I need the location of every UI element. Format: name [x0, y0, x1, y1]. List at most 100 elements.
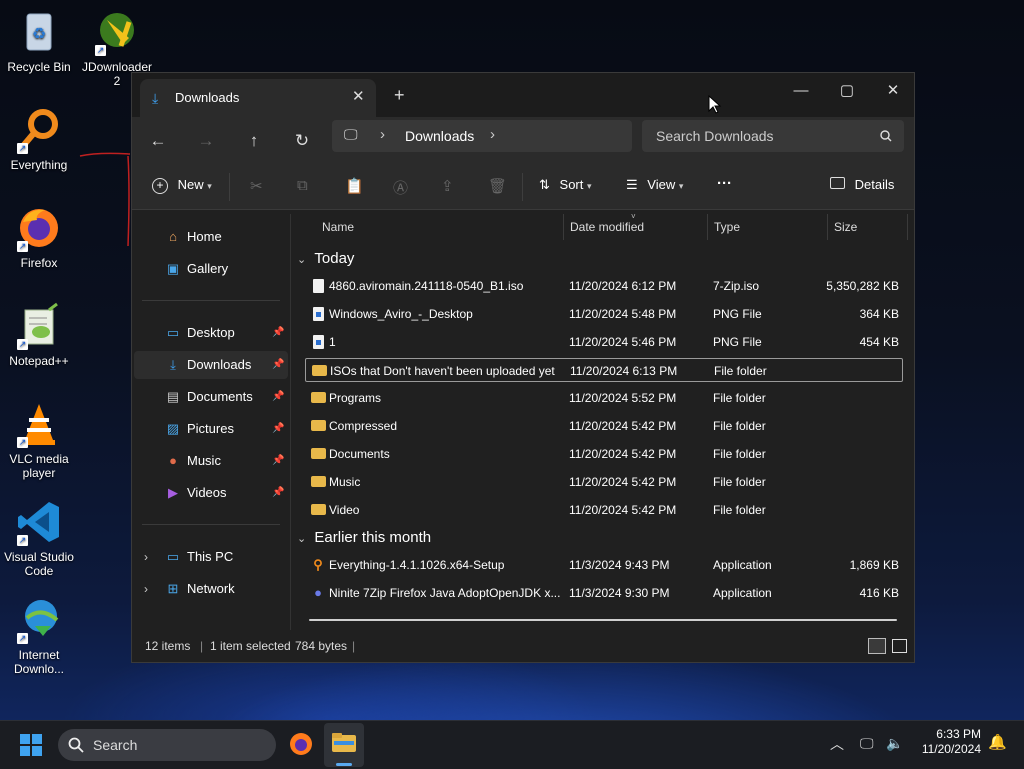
file-row-selected[interactable]: ISOs that Don't haven't been uploaded ye…: [305, 358, 903, 382]
column-header-date[interactable]: Date modified: [570, 220, 644, 234]
file-row[interactable]: 4860.aviromain.241118-0540_B1.iso 11/20/…: [305, 274, 903, 298]
file-name: Everything-1.4.1.1026.x64-Setup: [329, 558, 505, 572]
column-header-size[interactable]: Size: [834, 220, 857, 234]
sidebar-item-label: Downloads: [187, 357, 252, 372]
file-row[interactable]: Programs 11/20/2024 5:52 PM File folder: [305, 386, 903, 410]
copy-icon[interactable]: ⧉: [297, 177, 308, 194]
sidebar-item-music[interactable]: ● Music 📌: [134, 447, 288, 475]
status-divider: |: [352, 639, 356, 653]
breadcrumb-downloads[interactable]: Downloads: [405, 128, 474, 144]
desktop-icon-firefox[interactable]: ↗ Firefox: [0, 204, 78, 270]
file-date: 11/20/2024 6:13 PM: [570, 364, 678, 378]
horizontal-scrollbar[interactable]: [309, 619, 897, 621]
sort-button[interactable]: ⇅ Sort ▾: [539, 177, 592, 193]
details-button-label: Details: [854, 177, 895, 192]
sidebar-item-documents[interactable]: ▤ Documents 📌: [134, 383, 288, 411]
back-button[interactable]: ←: [144, 127, 172, 155]
sidebar-item-videos[interactable]: ▶ Videos 📌: [134, 479, 288, 507]
sidebar-item-pictures[interactable]: ▨ Pictures 📌: [134, 415, 288, 443]
desktop-icon-notepadpp[interactable]: ↗ Notepad++: [0, 302, 78, 368]
forward-button[interactable]: →: [192, 127, 220, 155]
status-bytes: 784 bytes: [295, 639, 348, 653]
desktop-icon-recycle-bin[interactable]: ♻ Recycle Bin: [0, 8, 78, 74]
file-name: Documents: [329, 447, 390, 461]
tiles-view-icon[interactable]: [892, 639, 907, 653]
details-view-icon[interactable]: [868, 638, 886, 654]
sidebar-item-desktop[interactable]: ▭ Desktop 📌: [134, 319, 288, 347]
delete-icon[interactable]: 🗑: [488, 177, 507, 195]
desktop-icon-everything[interactable]: ↗ Everything: [0, 106, 78, 172]
tab-title: Downloads: [175, 90, 240, 105]
column-header-type[interactable]: Type: [714, 220, 740, 234]
desktop-icon-vscode[interactable]: ↗ Visual Studio Code: [0, 498, 78, 578]
refresh-button[interactable]: ↻: [288, 127, 316, 155]
group-header-today[interactable]: ⌄ Today: [297, 250, 354, 267]
sort-icon: ⇅: [539, 177, 550, 192]
column-divider[interactable]: [907, 214, 908, 240]
windows-start-icon[interactable]: [20, 734, 42, 756]
paste-icon[interactable]: 📋: [345, 177, 364, 195]
sidebar-divider: [142, 300, 280, 301]
sidebar-item-label: Videos: [187, 485, 227, 500]
file-name: Windows_Aviro_-_Desktop: [329, 307, 473, 321]
file-date: 11/3/2024 9:43 PM: [569, 558, 670, 572]
file-row[interactable]: Video 11/20/2024 5:42 PM File folder: [305, 498, 903, 522]
desktop-icon-label: Firefox: [20, 256, 58, 270]
file-row[interactable]: Compressed 11/20/2024 5:42 PM File folde…: [305, 414, 903, 438]
chevron-right-icon[interactable]: ›: [144, 575, 148, 603]
sidebar-item-label: Home: [187, 229, 222, 244]
close-tab-icon[interactable]: ✕: [352, 87, 365, 105]
file-explorer-taskbar-button[interactable]: [324, 723, 364, 767]
desktop-icon-idm[interactable]: ↗ Internet Downlo...: [0, 596, 78, 676]
sidebar-item-downloads[interactable]: ⤓ Downloads 📌: [134, 351, 288, 379]
file-row[interactable]: ● Ninite 7Zip Firefox Java AdoptOpenJDK …: [305, 581, 903, 605]
chevron-up-icon[interactable]: ︿: [830, 734, 844, 754]
details-button[interactable]: Details: [830, 177, 894, 192]
volume-muted-icon[interactable]: 🔈: [886, 735, 903, 752]
firefox-taskbar-icon[interactable]: [288, 731, 314, 757]
tab-downloads[interactable]: ⤓ Downloads ✕: [140, 79, 376, 117]
file-row[interactable]: Windows_Aviro_-_Desktop 11/20/2024 5:48 …: [305, 302, 903, 326]
sidebar-item-home[interactable]: ⌂ Home: [134, 223, 288, 251]
clock[interactable]: 6:33 PM 11/20/2024: [905, 727, 981, 757]
search-box[interactable]: Search Downloads: [642, 120, 904, 152]
view-button[interactable]: ☰ View ▾: [626, 177, 683, 193]
column-divider[interactable]: [827, 214, 828, 240]
desktop-icon-vlc[interactable]: ↗ VLC media player: [0, 400, 78, 480]
rename-icon[interactable]: Ⓐ: [393, 177, 408, 198]
new-tab-button[interactable]: +: [394, 85, 405, 106]
file-size: 364 KB: [859, 307, 899, 321]
address-bar[interactable]: 🖵 › Downloads ›: [332, 120, 632, 152]
network-tray-icon[interactable]: 🖵: [860, 735, 874, 752]
file-row[interactable]: Documents 11/20/2024 5:42 PM File folder: [305, 442, 903, 466]
up-button[interactable]: ↑: [240, 127, 268, 155]
group-label: Today: [314, 250, 355, 267]
group-header-earlier-this-month[interactable]: ⌄ Earlier this month: [297, 529, 431, 546]
breadcrumb-separator[interactable]: ›: [490, 126, 495, 143]
documents-icon: ▤: [166, 389, 180, 404]
maximize-button[interactable]: ▢: [824, 77, 870, 105]
file-row[interactable]: 1 11/20/2024 5:46 PM PNG File 454 KB: [305, 330, 903, 354]
new-button[interactable]: + New ▾: [152, 177, 212, 194]
column-divider[interactable]: [707, 214, 708, 240]
active-app-indicator: [336, 763, 352, 766]
sidebar-item-network[interactable]: › ⊞ Network: [134, 575, 288, 603]
column-header-name[interactable]: Name: [322, 220, 354, 234]
chevron-right-icon[interactable]: ›: [144, 543, 148, 571]
taskbar-search-box[interactable]: Search: [58, 729, 276, 761]
minimize-button[interactable]: —: [778, 77, 824, 105]
search-icon: [880, 130, 892, 142]
folder-icon: [310, 442, 326, 467]
notification-bell-icon[interactable]: 🔔: [988, 733, 1007, 751]
more-options-button[interactable]: ···: [717, 175, 732, 192]
sort-button-label: Sort: [559, 177, 584, 192]
sidebar-item-gallery[interactable]: ▣ Gallery: [134, 255, 288, 283]
file-type: 7-Zip.iso: [713, 279, 760, 293]
column-divider[interactable]: [563, 214, 564, 240]
close-window-button[interactable]: ✕: [870, 77, 916, 105]
share-icon[interactable]: ⇪: [441, 177, 454, 195]
cut-icon[interactable]: ✂: [250, 177, 263, 195]
file-row[interactable]: ⚲ Everything-1.4.1.1026.x64-Setup 11/3/2…: [305, 553, 903, 577]
file-row[interactable]: Music 11/20/2024 5:42 PM File folder: [305, 470, 903, 494]
sidebar-item-this-pc[interactable]: › ▭ This PC: [134, 543, 288, 571]
